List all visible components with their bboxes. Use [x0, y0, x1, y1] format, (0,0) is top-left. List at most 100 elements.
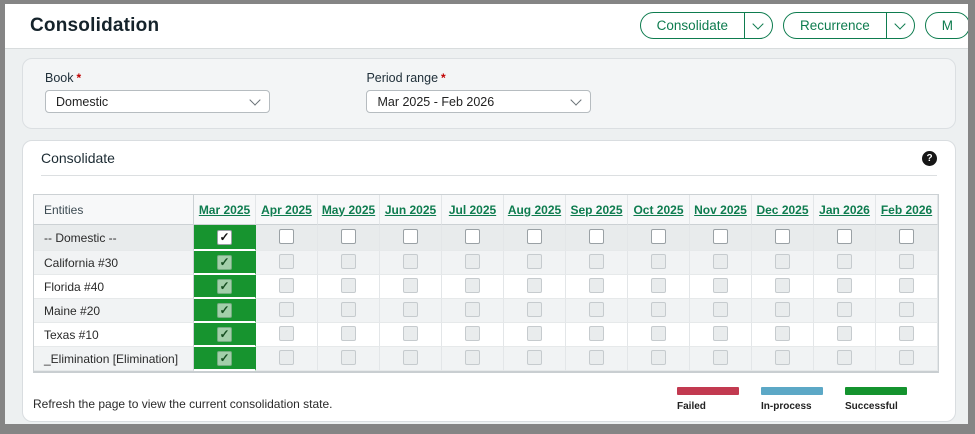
period-cell-jul-2025 [442, 347, 504, 371]
month-header-jun-2025: Jun 2025 [380, 195, 442, 225]
book-label: Book* [45, 71, 270, 85]
consolidate-panel-header: Consolidate ? [41, 141, 937, 176]
period-cell-jan-2026 [814, 251, 876, 275]
table-row: Texas #10✓ [34, 323, 938, 347]
entity-name: Maine #20 [34, 299, 194, 323]
checkbox-unchecked[interactable] [279, 229, 294, 244]
checkbox-unchecked [775, 278, 790, 293]
period-cell-dec-2025 [752, 225, 814, 251]
checkbox-checked: ✓ [217, 279, 232, 294]
book-field: Book* Domestic [45, 71, 270, 113]
month-link[interactable]: Aug 2025 [508, 203, 561, 217]
period-cell-mar-2025: ✓ [194, 251, 256, 275]
month-link[interactable]: Jun 2025 [385, 203, 436, 217]
period-range-label-text: Period range [366, 71, 438, 85]
checkbox-unchecked[interactable] [651, 229, 666, 244]
period-cell-aug-2025 [504, 251, 566, 275]
month-link[interactable]: Apr 2025 [261, 203, 312, 217]
table-body: -- Domestic --✓California #30✓Florida #4… [34, 225, 938, 371]
checkbox-unchecked[interactable] [527, 229, 542, 244]
checkbox-unchecked [341, 278, 356, 293]
more-button-clipped[interactable]: M [925, 12, 970, 39]
month-link[interactable]: Mar 2025 [199, 203, 250, 217]
checkbox-unchecked [899, 326, 914, 341]
period-cell-mar-2025: ✓ [194, 347, 256, 371]
checkbox-checked: ✓ [217, 327, 232, 342]
period-cell-nov-2025 [690, 299, 752, 323]
period-cell-jan-2026 [814, 347, 876, 371]
checkbox-unchecked[interactable] [713, 229, 728, 244]
help-icon[interactable]: ? [922, 151, 937, 166]
checkbox-unchecked [465, 254, 480, 269]
checkbox-unchecked [899, 278, 914, 293]
period-cell-oct-2025 [628, 347, 690, 371]
chevron-down-icon [571, 94, 582, 105]
period-cell-sep-2025 [566, 299, 628, 323]
month-link[interactable]: Oct 2025 [633, 203, 683, 217]
recurrence-button[interactable]: Recurrence [784, 13, 886, 38]
consolidate-dropdown-toggle[interactable] [744, 13, 772, 38]
month-link[interactable]: Nov 2025 [694, 203, 747, 217]
checkbox-checked: ✓ [217, 255, 232, 270]
checkbox-unchecked [775, 326, 790, 341]
checkbox-unchecked[interactable] [775, 229, 790, 244]
period-cell-nov-2025 [690, 251, 752, 275]
month-link[interactable]: Dec 2025 [756, 203, 808, 217]
checkbox-unchecked [651, 326, 666, 341]
checkbox-unchecked[interactable] [837, 229, 852, 244]
chevron-down-icon [895, 18, 906, 29]
month-link[interactable]: May 2025 [322, 203, 375, 217]
checkbox-unchecked [403, 302, 418, 317]
table-row: Florida #40✓ [34, 275, 938, 299]
legend-label: Failed [677, 401, 739, 412]
book-select[interactable]: Domestic [45, 90, 270, 113]
checkbox-unchecked [465, 350, 480, 365]
period-range-select-value: Mar 2025 - Feb 2026 [377, 95, 494, 109]
checkbox-unchecked [713, 254, 728, 269]
checkbox-unchecked [713, 326, 728, 341]
month-link[interactable]: Feb 2026 [881, 203, 932, 217]
checkbox-unchecked[interactable] [403, 229, 418, 244]
month-link[interactable]: Sep 2025 [570, 203, 622, 217]
checkbox-unchecked [527, 302, 542, 317]
checkbox-unchecked [651, 254, 666, 269]
checkbox-unchecked [403, 278, 418, 293]
month-link[interactable]: Jan 2026 [819, 203, 870, 217]
checkbox-checked[interactable]: ✓ [217, 230, 232, 245]
checkbox-unchecked [279, 350, 294, 365]
consolidate-button[interactable]: Consolidate [641, 13, 744, 38]
consolidation-table: Entities Mar 2025Apr 2025May 2025Jun 202… [33, 194, 939, 373]
checkbox-unchecked[interactable] [899, 229, 914, 244]
legend-item-in-process: In-process [761, 387, 823, 412]
period-cell-oct-2025 [628, 275, 690, 299]
period-cell-dec-2025 [752, 275, 814, 299]
period-cell-oct-2025 [628, 323, 690, 347]
period-cell-jun-2025 [380, 225, 442, 251]
period-cell-feb-2026 [876, 299, 938, 323]
checkbox-unchecked [465, 326, 480, 341]
checkbox-unchecked[interactable] [589, 229, 604, 244]
period-range-select[interactable]: Mar 2025 - Feb 2026 [366, 90, 591, 113]
period-cell-mar-2025: ✓ [194, 225, 256, 251]
checkbox-unchecked [651, 278, 666, 293]
period-cell-feb-2026 [876, 323, 938, 347]
recurrence-dropdown-toggle[interactable] [886, 13, 914, 38]
page-header: Consolidation Consolidate Recurrence M [5, 4, 968, 49]
checkbox-unchecked[interactable] [341, 229, 356, 244]
period-cell-jun-2025 [380, 275, 442, 299]
period-cell-jan-2026 [814, 225, 876, 251]
checkbox-unchecked [279, 326, 294, 341]
legend-color-bar [845, 387, 907, 395]
checkbox-unchecked[interactable] [465, 229, 480, 244]
checkbox-unchecked [589, 278, 604, 293]
period-cell-nov-2025 [690, 323, 752, 347]
checkbox-unchecked [651, 302, 666, 317]
month-link[interactable]: Jul 2025 [449, 203, 496, 217]
chevron-down-icon [753, 18, 764, 29]
checkbox-unchecked [527, 278, 542, 293]
period-cell-aug-2025 [504, 347, 566, 371]
legend-item-successful: Successful [845, 387, 907, 412]
period-cell-jul-2025 [442, 299, 504, 323]
legend-color-bar [677, 387, 739, 395]
period-cell-jun-2025 [380, 323, 442, 347]
